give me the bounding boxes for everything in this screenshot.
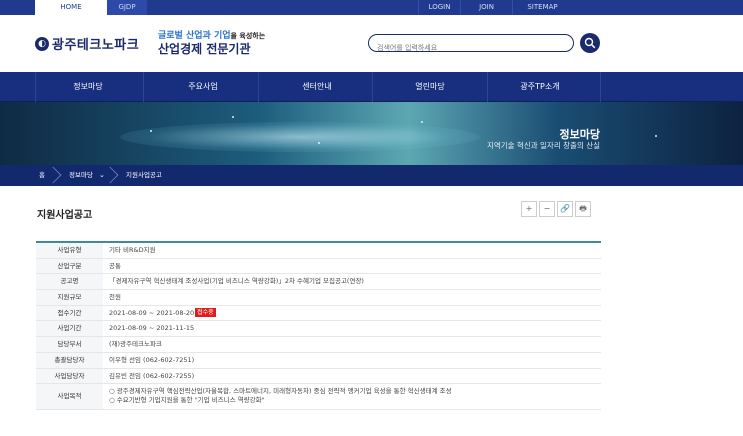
- nav-item-info[interactable]: 정보마당: [38, 72, 138, 102]
- share-link-button[interactable]: 🔗: [557, 201, 573, 217]
- row-value: 기타 비R&D지원: [109, 246, 156, 254]
- row-value: (재)광주테크노파크: [109, 340, 162, 349]
- notice-detail-table: 사업유형 기타 비R&D지원 산업구분 공통 공고명 「경제자유구역 혁신생태계…: [36, 241, 601, 411]
- page-tools: + − 🔗 🖶: [521, 201, 593, 217]
- banner-sparkle: [232, 116, 234, 118]
- logo-mark-icon: ◐: [35, 36, 49, 51]
- row-value: 2021-08-09 ~ 2021-11-15: [109, 324, 195, 333]
- row-label: 사업목적: [36, 384, 103, 410]
- table-row: 사업담당자 김유빈 전임 (062-602-7255): [36, 368, 601, 385]
- search-icon: [584, 37, 596, 49]
- search-box: [368, 34, 574, 56]
- page-title: 지원사업공고: [37, 210, 93, 221]
- section-banner: 정보마당 지역기술 혁신과 일자리 창출의 산실: [0, 102, 743, 165]
- table-row: 산업구분 공통: [36, 258, 601, 275]
- row-label: 담당부서: [36, 337, 103, 352]
- table-row: 사업유형 기타 비R&D지원: [36, 243, 601, 259]
- nav-divider: [258, 72, 259, 102]
- tab-home[interactable]: HOME: [35, 0, 107, 15]
- search-input[interactable]: [377, 40, 567, 56]
- login-link[interactable]: LOGIN: [418, 0, 460, 15]
- nav-item-business[interactable]: 주요사업: [153, 72, 253, 102]
- banner-glow: [120, 122, 480, 152]
- table-row: 접수기간 2021-08-09 ~ 2021-08-20 접수중: [36, 305, 601, 322]
- row-value: 「경제자유구역 혁신생태계 조성사업(기업 비즈니스 역량강화)」2차 수혜기업…: [109, 277, 364, 286]
- nav-divider: [372, 72, 373, 102]
- row-value: 김유빈 전임 (062-602-7255): [109, 371, 195, 380]
- row-label: 사업유형: [36, 243, 103, 258]
- print-button[interactable]: 🖶: [575, 201, 591, 217]
- nav-divider: [487, 72, 488, 102]
- purpose-line: ○ 수요기반형 기업지원을 통한 "기업 비즈니스 역량강화": [109, 396, 265, 405]
- breadcrumb-level1[interactable]: 정보마당: [69, 165, 93, 186]
- row-value: 2021-08-09 ~ 2021-08-20: [109, 308, 195, 317]
- banner-subtitle: 지역기술 혁신과 일자리 창출의 산실: [486, 141, 600, 150]
- logo-text: 광주테크노파크: [52, 38, 140, 53]
- row-value: 이우형 선임 (062-602-7251): [109, 355, 195, 364]
- row-label: 접수기간: [36, 305, 103, 321]
- row-label: 공고명: [36, 274, 103, 290]
- row-value: 천원: [109, 293, 121, 302]
- status-badge: 접수중: [195, 308, 216, 318]
- search-button[interactable]: [580, 33, 600, 53]
- row-label: 총괄담당자: [36, 352, 103, 368]
- tab-gjdp[interactable]: GJDP: [107, 0, 147, 15]
- nav-item-about[interactable]: 광주TP소개: [490, 72, 590, 102]
- main-nav: 정보마당 주요사업 센터안내 열린마당 광주TP소개: [0, 72, 743, 102]
- table-row: 사업기간 2021-08-09 ~ 2021-11-15: [36, 321, 601, 338]
- row-value: 공통: [109, 261, 121, 270]
- sitemap-link[interactable]: SITEMAP: [512, 0, 572, 15]
- join-link[interactable]: JOIN: [460, 0, 512, 15]
- site-logo[interactable]: ◐ 광주테크노파크: [35, 34, 139, 53]
- table-row: 담당부서 (재)광주테크노파크: [36, 337, 601, 353]
- table-row: 지원규모 천원: [36, 290, 601, 306]
- zoom-out-button[interactable]: −: [539, 201, 555, 217]
- row-label: 사업담당자: [36, 368, 103, 384]
- nav-divider: [35, 72, 36, 102]
- breadcrumb-current: 지원사업공고: [126, 171, 162, 179]
- row-label: 사업기간: [36, 321, 103, 337]
- banner-sparkle: [655, 135, 657, 137]
- top-utility-bar: HOME GJDP LOGIN JOIN SITEMAP: [0, 0, 743, 15]
- banner-sparkle: [318, 142, 320, 144]
- row-label: 지원규모: [36, 290, 103, 305]
- zoom-in-button[interactable]: +: [521, 201, 537, 217]
- nav-divider: [600, 72, 601, 102]
- breadcrumb: 홈 정보마당 ⌄ 지원사업공고: [0, 165, 743, 186]
- row-label: 산업구분: [36, 258, 103, 274]
- table-row: 총괄담당자 이우형 선임 (062-602-7251): [36, 352, 601, 369]
- nav-divider: [143, 72, 144, 102]
- breadcrumb-home[interactable]: 홈: [39, 165, 45, 186]
- slogan-line2: 산업경제 전문기관: [158, 42, 251, 56]
- breadcrumb-separator-icon: [44, 166, 62, 184]
- purpose-line: ○ 광주경제자유구역 핵심전략산업(자율복합, 스마트에너지, 미래형자동차) …: [109, 387, 452, 396]
- nav-item-center[interactable]: 센터안내: [267, 72, 367, 102]
- slogan-suffix: 을 육성하는: [230, 32, 266, 40]
- row-value-multiline: ○ 광주경제자유구역 핵심전략산업(자율복합, 스마트에너지, 미래형자동차) …: [103, 384, 601, 409]
- table-row: 공고명 「경제자유구역 혁신생태계 조성사업(기업 비즈니스 역량강화)」2차 …: [36, 274, 601, 291]
- banner-sparkle: [150, 130, 152, 132]
- nav-item-open[interactable]: 열린마당: [380, 72, 480, 102]
- row-value-wrap: 2021-08-09 ~ 2021-08-20 접수중: [103, 306, 601, 321]
- table-row: 사업목적 ○ 광주경제자유구역 핵심전략산업(자율복합, 스마트에너지, 미래형…: [36, 384, 601, 411]
- banner-sparkle: [421, 121, 423, 123]
